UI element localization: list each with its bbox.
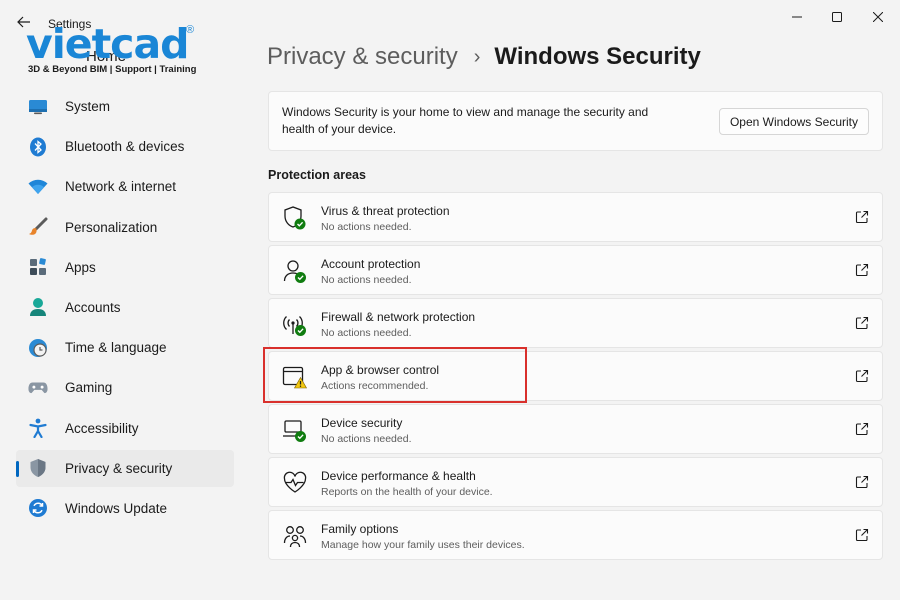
area-status: No actions needed. (321, 274, 412, 286)
open-external-icon[interactable] (855, 422, 869, 436)
area-family-options[interactable]: Family options Manage how your family us… (268, 510, 883, 560)
area-title: App & browser control (321, 363, 440, 377)
open-external-icon[interactable] (855, 316, 869, 330)
sidebar-item-apps[interactable]: Apps (16, 249, 234, 286)
open-external-icon[interactable] (855, 210, 869, 224)
area-virus-threat-protection[interactable]: Virus & threat protection No actions nee… (268, 192, 883, 242)
minimize-button[interactable] (785, 6, 809, 28)
sidebar-item-label: Privacy & security (65, 460, 173, 476)
watermark-registered-mark: ® (186, 24, 195, 36)
area-device-security[interactable]: Device security No actions needed. (268, 404, 883, 454)
sidebar-item-label: System (65, 99, 111, 114)
sidebar-item-label: Gaming (65, 380, 113, 396)
breadcrumb-parent-link[interactable]: Privacy & security (267, 43, 458, 71)
area-status: No actions needed. (321, 433, 412, 445)
area-device-performance-health[interactable]: Device performance & health Reports on t… (268, 457, 883, 507)
breadcrumb: Privacy & security › Windows Security (267, 43, 701, 71)
minimize-icon (792, 16, 802, 18)
sidebar-item-personalization[interactable]: Personalization (16, 209, 234, 246)
page-title: Windows Security (494, 43, 701, 70)
close-button[interactable] (866, 6, 890, 28)
area-title: Virus & threat protection (321, 204, 450, 218)
section-heading: Protection areas (268, 168, 366, 182)
brush-icon (28, 217, 48, 237)
heart-icon (283, 471, 307, 493)
watermark-logo: vietcad (26, 20, 190, 68)
apps-icon (28, 257, 48, 277)
protection-areas-list: Virus & threat protection No actions nee… (268, 192, 883, 563)
wifi-icon (28, 177, 48, 197)
sidebar-item-bluetooth[interactable]: Bluetooth & devices (16, 128, 234, 165)
sidebar-item-label: Time & language (65, 340, 167, 356)
sidebar-item-windows-update[interactable]: Windows Update (16, 490, 234, 527)
area-firewall-network-protection[interactable]: Firewall & network protection No actions… (268, 298, 883, 348)
windows-security-info-card: Windows Security is your home to view an… (268, 91, 883, 151)
area-status: Reports on the health of your device. (321, 486, 493, 498)
area-app-browser-control[interactable]: App & browser control Actions recommende… (268, 351, 883, 401)
sidebar-item-time-language[interactable]: Time & language (16, 329, 234, 366)
virus-shield-icon (284, 206, 306, 230)
area-title: Device performance & health (321, 469, 476, 483)
sidebar-nav: System Bluetooth & devices Network & int… (16, 88, 234, 530)
globe-clock-icon (28, 338, 48, 358)
sidebar-item-label: Windows Update (65, 500, 168, 516)
open-windows-security-button[interactable]: Open Windows Security (718, 108, 869, 135)
sidebar-item-label: Apps (65, 259, 96, 275)
sidebar-item-label: Accessibility (65, 420, 139, 436)
sidebar-item-accessibility[interactable]: Accessibility (16, 410, 234, 447)
sidebar-item-privacy-security[interactable]: Privacy & security (16, 449, 234, 487)
firewall-icon (283, 316, 306, 336)
sidebar-item-label: Bluetooth & devices (65, 139, 185, 155)
area-status: Manage how your family uses their device… (321, 539, 525, 551)
family-icon (283, 526, 307, 548)
area-status: No actions needed. (321, 221, 412, 233)
system-icon (28, 97, 48, 117)
sidebar-item-label: Network & internet (65, 179, 177, 195)
close-icon (873, 12, 883, 22)
sidebar-item-label: Accounts (65, 299, 121, 315)
area-title: Account protection (321, 257, 421, 271)
open-external-icon[interactable] (855, 528, 869, 542)
area-title: Family options (321, 522, 399, 536)
accounts-icon (28, 297, 48, 317)
bluetooth-icon (28, 137, 48, 157)
shield-icon (28, 458, 48, 478)
area-status: Actions recommended. (321, 380, 429, 392)
sidebar-item-network[interactable]: Network & internet (16, 168, 234, 205)
sidebar-item-system[interactable]: System (16, 88, 234, 125)
sidebar-item-label: Personalization (65, 219, 158, 235)
area-account-protection[interactable]: Account protection No actions needed. (268, 245, 883, 295)
open-external-icon[interactable] (855, 263, 869, 277)
device-security-icon (283, 420, 306, 442)
settings-window: Settings Home vietcad ® 3D & Beyond BIM … (0, 0, 900, 600)
app-browser-icon (282, 366, 308, 389)
update-icon (28, 498, 48, 518)
maximize-icon (832, 12, 842, 22)
area-status: No actions needed. (321, 327, 412, 339)
watermark-tagline: 3D & Beyond BIM | Support | Training (28, 64, 197, 75)
info-description: Windows Security is your home to view an… (282, 105, 649, 136)
open-external-icon[interactable] (855, 369, 869, 383)
breadcrumb-separator: › (473, 45, 481, 68)
area-title: Firewall & network protection (321, 310, 476, 324)
open-external-icon[interactable] (855, 475, 869, 489)
area-title: Device security (321, 416, 403, 430)
account-protection-icon (283, 260, 306, 283)
gamepad-icon (28, 378, 48, 398)
maximize-button[interactable] (825, 6, 849, 28)
sidebar-item-accounts[interactable]: Accounts (16, 289, 234, 326)
vietcad-watermark: Home vietcad ® 3D & Beyond BIM | Support… (26, 22, 216, 78)
sidebar-item-gaming[interactable]: Gaming (16, 369, 234, 406)
accessibility-icon (28, 418, 48, 438)
